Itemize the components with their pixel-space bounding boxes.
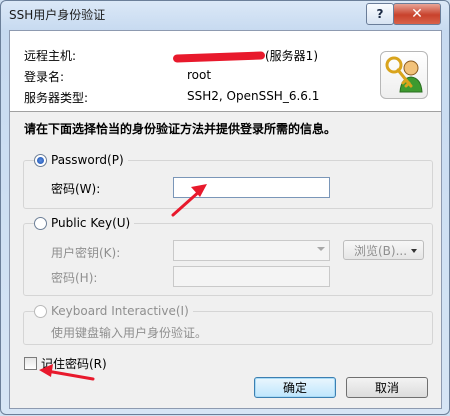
connection-info-panel: 远程主机: (服务器1) 登录名: root 服务器类型: SSH2, Open… [10,31,441,111]
remember-password-label: 记住密码(R) [41,357,107,371]
passphrase-label: 密码(H): [51,271,98,285]
keyboard-radio-label: Keyboard Interactive(I) [51,304,189,318]
close-button[interactable]: ✕ [393,3,441,25]
server-type-value: SSH2, OpenSSH_6.6.1 [187,89,320,103]
user-key-label: 用户密钥(K): [51,246,121,260]
host-value: (服务器1) [172,47,318,64]
dialog-window: SSH用户身份验证 ? ✕ 远程主机: (服务器1) 登录名: root 服务器… [0,0,450,415]
public-key-radio-label: Public Key(U) [51,216,131,230]
user-value: root [187,68,212,82]
password-radio-label: Password(P) [51,153,124,167]
host-label: 远程主机: [24,49,77,63]
password-input[interactable] [173,177,330,198]
dialog-content: 远程主机: (服务器1) 登录名: root 服务器类型: SSH2, Open… [9,30,442,409]
public-key-radio-row[interactable]: Public Key(U) [34,216,135,230]
chevron-down-icon [317,247,325,251]
password-radio-row[interactable]: Password(P) [34,153,128,167]
keyboard-radio-row[interactable]: Keyboard Interactive(I) [34,304,193,318]
info-separator [10,111,441,112]
redaction-mark [172,50,266,63]
remember-password-checkbox[interactable] [24,357,37,370]
password-field-label: 密码(W): [51,182,101,196]
instruction-text: 请在下面选择恰当的身份验证方法并提供登录所需的信息。 [24,122,337,136]
server-type-label: 服务器类型: [24,91,89,105]
password-group: Password(P) 密码(W): [23,153,433,209]
browse-button[interactable]: 浏览(B)... [343,240,424,260]
keyboard-radio[interactable] [34,304,47,318]
help-button[interactable]: ? [366,3,394,25]
password-radio[interactable] [34,153,47,167]
keyboard-description: 使用键盘输入用户身份验证。 [51,326,208,340]
public-key-group: Public Key(U) 用户密钥(K): 浏览(B)... 密码(H): [23,216,433,296]
cancel-button[interactable]: 取消 [346,377,428,398]
ok-button[interactable]: 确定 [254,377,336,398]
window-title: SSH用户身份验证 [9,8,106,22]
dropdown-arrow-icon [411,249,417,253]
passphrase-input[interactable] [173,266,330,287]
key-user-icon [380,51,428,99]
public-key-radio[interactable] [34,216,47,230]
keyboard-interactive-group: Keyboard Interactive(I) 使用键盘输入用户身份验证。 [23,304,433,345]
user-key-select[interactable] [173,240,330,261]
user-label: 登录名: [24,70,65,84]
